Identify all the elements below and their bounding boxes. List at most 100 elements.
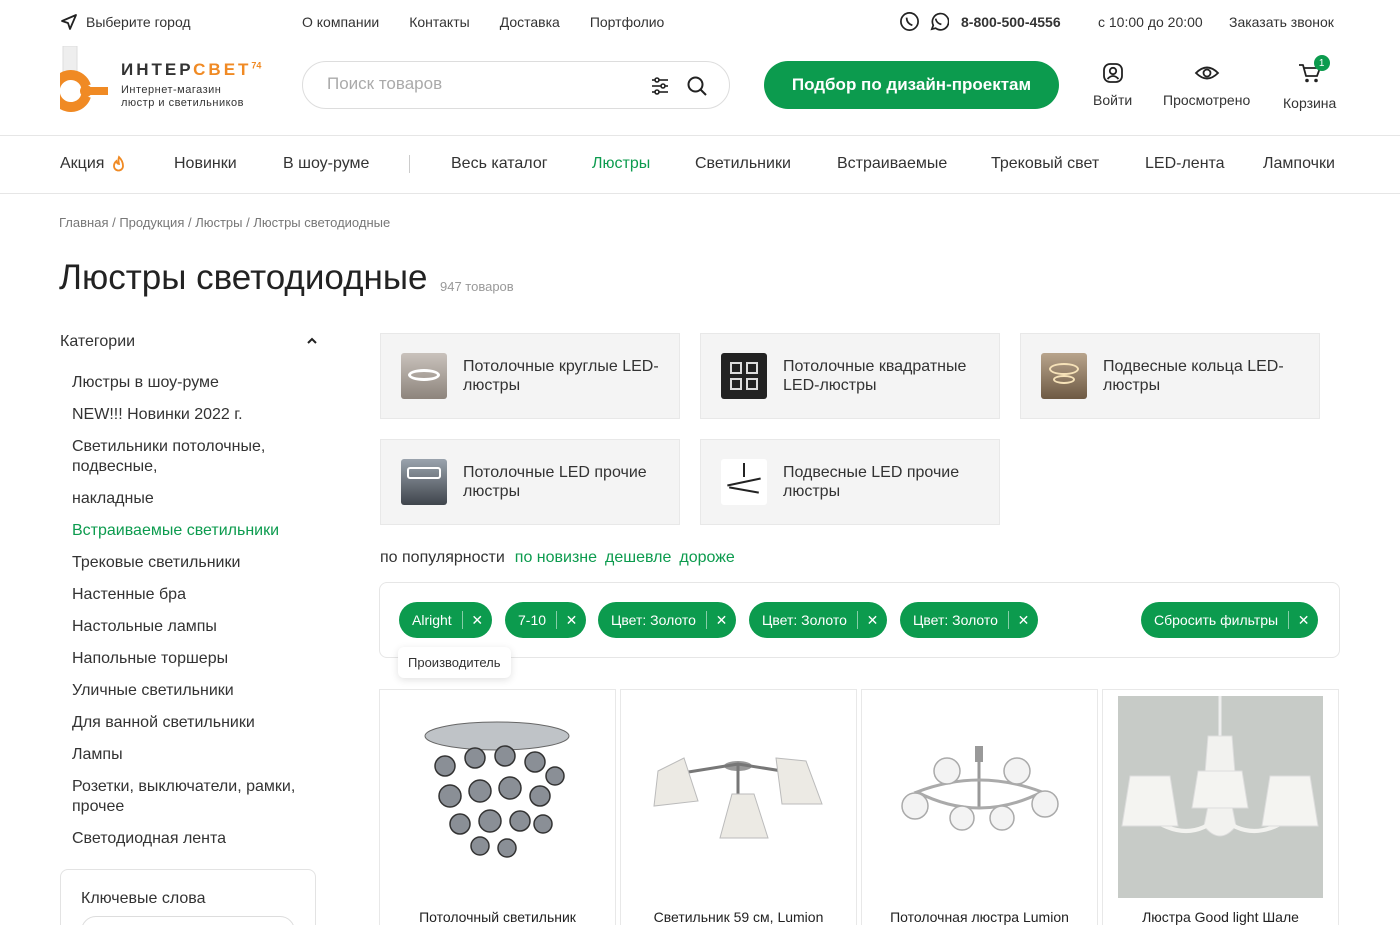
category-item[interactable]: Напольные торшеры <box>72 649 312 669</box>
subcategory-card[interactable]: Подвесные LED прочие люстры <box>700 439 1000 525</box>
category-item[interactable]: Розетки, выключатели, рамки, прочее <box>72 777 312 817</box>
filter-chip[interactable]: Цвет: Золото ✕ <box>749 602 887 638</box>
category-item[interactable]: Трековые светильники <box>72 553 312 573</box>
category-item[interactable]: Настенные бра <box>72 585 312 605</box>
category-item[interactable]: Уличные светильники <box>72 681 312 701</box>
filter-chip[interactable]: Alright ✕ <box>399 602 492 638</box>
subcategory-card[interactable]: Потолочные квадратные LED-люстры <box>700 333 1000 419</box>
search-icon[interactable] <box>686 75 708 97</box>
nav-item-chandeliers[interactable]: Люстры <box>592 155 650 173</box>
keywords-title: Ключевые слова <box>81 890 206 907</box>
category-item-active[interactable]: Встраиваемые светильники <box>72 521 312 541</box>
product-name[interactable]: Светильник 59 см, Lumion <box>621 909 856 925</box>
remove-filter-icon[interactable]: ✕ <box>856 611 887 629</box>
cart-button[interactable]: 1 Корзина <box>1283 55 1337 111</box>
keywords-input[interactable] <box>81 916 295 925</box>
product-image <box>424 721 570 858</box>
link-portfolio[interactable]: Портфолио <box>590 14 665 30</box>
remove-filter-icon[interactable]: ✕ <box>705 611 736 629</box>
active-filters: Alright ✕ 7-10 ✕ Цвет: Золото ✕ Цвет: Золот… <box>379 582 1340 658</box>
categories-header[interactable]: Категории <box>60 333 318 351</box>
nav-item-bulbs[interactable]: Лампочки <box>1263 155 1335 173</box>
top-links: О компании Контакты Доставка Портфолио <box>302 14 664 30</box>
product-image <box>653 757 823 839</box>
filter-chip[interactable]: 7-10 ✕ <box>505 602 587 638</box>
search-input[interactable] <box>327 74 627 94</box>
nav-divider <box>0 193 1400 194</box>
remove-filter-icon[interactable]: ✕ <box>461 611 492 629</box>
page-title: Люстры светодиодные <box>59 258 428 297</box>
keywords-panel: Ключевые слова <box>60 869 316 925</box>
nav-item-lamps[interactable]: Светильники <box>695 155 791 173</box>
eye-icon <box>1194 66 1219 80</box>
nav-item-catalog[interactable]: Весь каталог <box>451 155 548 173</box>
subcategory-thumb <box>401 459 447 505</box>
filter-chip[interactable]: Цвет: Золото ✕ <box>598 602 736 638</box>
filter-tooltip: Производитель <box>398 647 511 678</box>
remove-filter-icon[interactable]: ✕ <box>1288 611 1318 629</box>
nav-item-new[interactable]: Новинки <box>174 155 237 173</box>
top-bar: Выберите город О компании Контакты Доста… <box>0 0 1400 46</box>
sort-popularity[interactable]: по популярности <box>380 549 505 567</box>
category-item[interactable]: Люстры в шоу-руме <box>72 373 312 393</box>
chevron-up-icon[interactable] <box>306 335 318 347</box>
product-card[interactable]: Потолочная люстра Lumion <box>861 689 1098 925</box>
user-icon <box>1102 63 1123 83</box>
link-contacts[interactable]: Контакты <box>409 14 469 30</box>
subcategory-card[interactable]: Потолочные круглые LED-люстры <box>380 333 680 419</box>
link-about[interactable]: О компании <box>302 14 379 30</box>
product-name[interactable]: Потолочный светильник <box>380 909 615 925</box>
nav-item-showroom[interactable]: В шоу-руме <box>283 155 369 173</box>
category-item[interactable]: Светильники потолочные, подвесные, <box>72 437 312 477</box>
nav-item-led-strip[interactable]: LED-лента <box>1145 155 1225 173</box>
category-item[interactable]: Светодиодная лента <box>72 829 312 849</box>
design-projects-button[interactable]: Подбор по дизайн-проектам <box>764 61 1059 109</box>
category-list: Люстры в шоу-руме NEW!!! Новинки 2022 г.… <box>72 373 312 861</box>
logo[interactable]: ИНТЕРСВЕТ74 Интернет-магазин люстр и свет… <box>60 46 275 114</box>
city-selector[interactable]: Выберите город <box>60 13 191 31</box>
nav-separator <box>409 155 410 173</box>
product-card[interactable]: Потолочный светильник <box>379 689 616 925</box>
reset-filters-button[interactable]: Сбросить фильтры ✕ <box>1141 602 1319 638</box>
whatsapp-icon[interactable] <box>928 11 949 32</box>
product-card[interactable]: Люстра Good light Шале <box>1102 689 1339 925</box>
category-item[interactable]: Для ванной светильники <box>72 713 312 733</box>
category-item[interactable]: NEW!!! Новинки 2022 г. <box>72 405 312 425</box>
sort-newest[interactable]: по новизне <box>515 549 597 567</box>
nav-item-sale[interactable]: Акция <box>60 155 128 173</box>
remove-filter-icon[interactable]: ✕ <box>1007 611 1038 629</box>
link-delivery[interactable]: Доставка <box>500 14 560 30</box>
subcategory-label: Потолочные круглые LED-люстры <box>463 358 659 394</box>
category-item[interactable]: Лампы <box>72 745 312 765</box>
brand-name: ИНТЕРСВЕТ74 <box>121 60 262 79</box>
subcategory-card[interactable]: Подвесные кольца LED-люстры <box>1020 333 1320 419</box>
phone-number[interactable]: 8-800-500-4556 <box>961 14 1061 30</box>
product-name[interactable]: Потолочная люстра Lumion <box>862 909 1097 925</box>
callback-link[interactable]: Заказать звонок <box>1229 14 1334 30</box>
breadcrumb[interactable]: Главная / Продукция / Люстры / Люстры св… <box>59 215 390 230</box>
sort-expensive[interactable]: дороже <box>679 549 734 567</box>
subcategory-label: Подвесные кольца LED-люстры <box>1103 358 1284 394</box>
main-nav: Акция Новинки В шоу-руме Весь каталог Лю… <box>0 136 1400 193</box>
product-name[interactable]: Люстра Good light Шале <box>1103 909 1338 925</box>
logo-mark-icon <box>60 46 108 112</box>
viewed-button[interactable]: Просмотрено <box>1163 62 1250 108</box>
subcategory-label: Потолочные квадратные LED-люстры <box>783 358 967 394</box>
cart-label: Корзина <box>1283 95 1337 111</box>
phone-block: 8-800-500-4556 <box>899 11 1061 32</box>
login-button[interactable]: Войти <box>1093 62 1132 108</box>
category-item[interactable]: накладные <box>72 489 312 509</box>
product-card[interactable]: Светильник 59 см, Lumion <box>620 689 857 925</box>
viber-icon[interactable] <box>899 11 920 32</box>
search-box <box>302 61 730 109</box>
filter-chip[interactable]: Цвет: Золото ✕ <box>900 602 1038 638</box>
brand-tagline: Интернет-магазин люстр и светильников <box>121 84 245 109</box>
remove-filter-icon[interactable]: ✕ <box>556 611 586 629</box>
filter-sliders-icon[interactable] <box>649 75 671 97</box>
working-hours: с 10:00 до 20:00 <box>1098 14 1203 30</box>
subcategory-card[interactable]: Потолочные LED прочие люстры <box>380 439 680 525</box>
nav-item-track[interactable]: Трековый свет <box>991 155 1099 173</box>
sort-cheaper[interactable]: дешевле <box>605 549 671 567</box>
nav-item-recessed[interactable]: Встраиваемые <box>837 155 947 173</box>
category-item[interactable]: Настольные лампы <box>72 617 312 637</box>
